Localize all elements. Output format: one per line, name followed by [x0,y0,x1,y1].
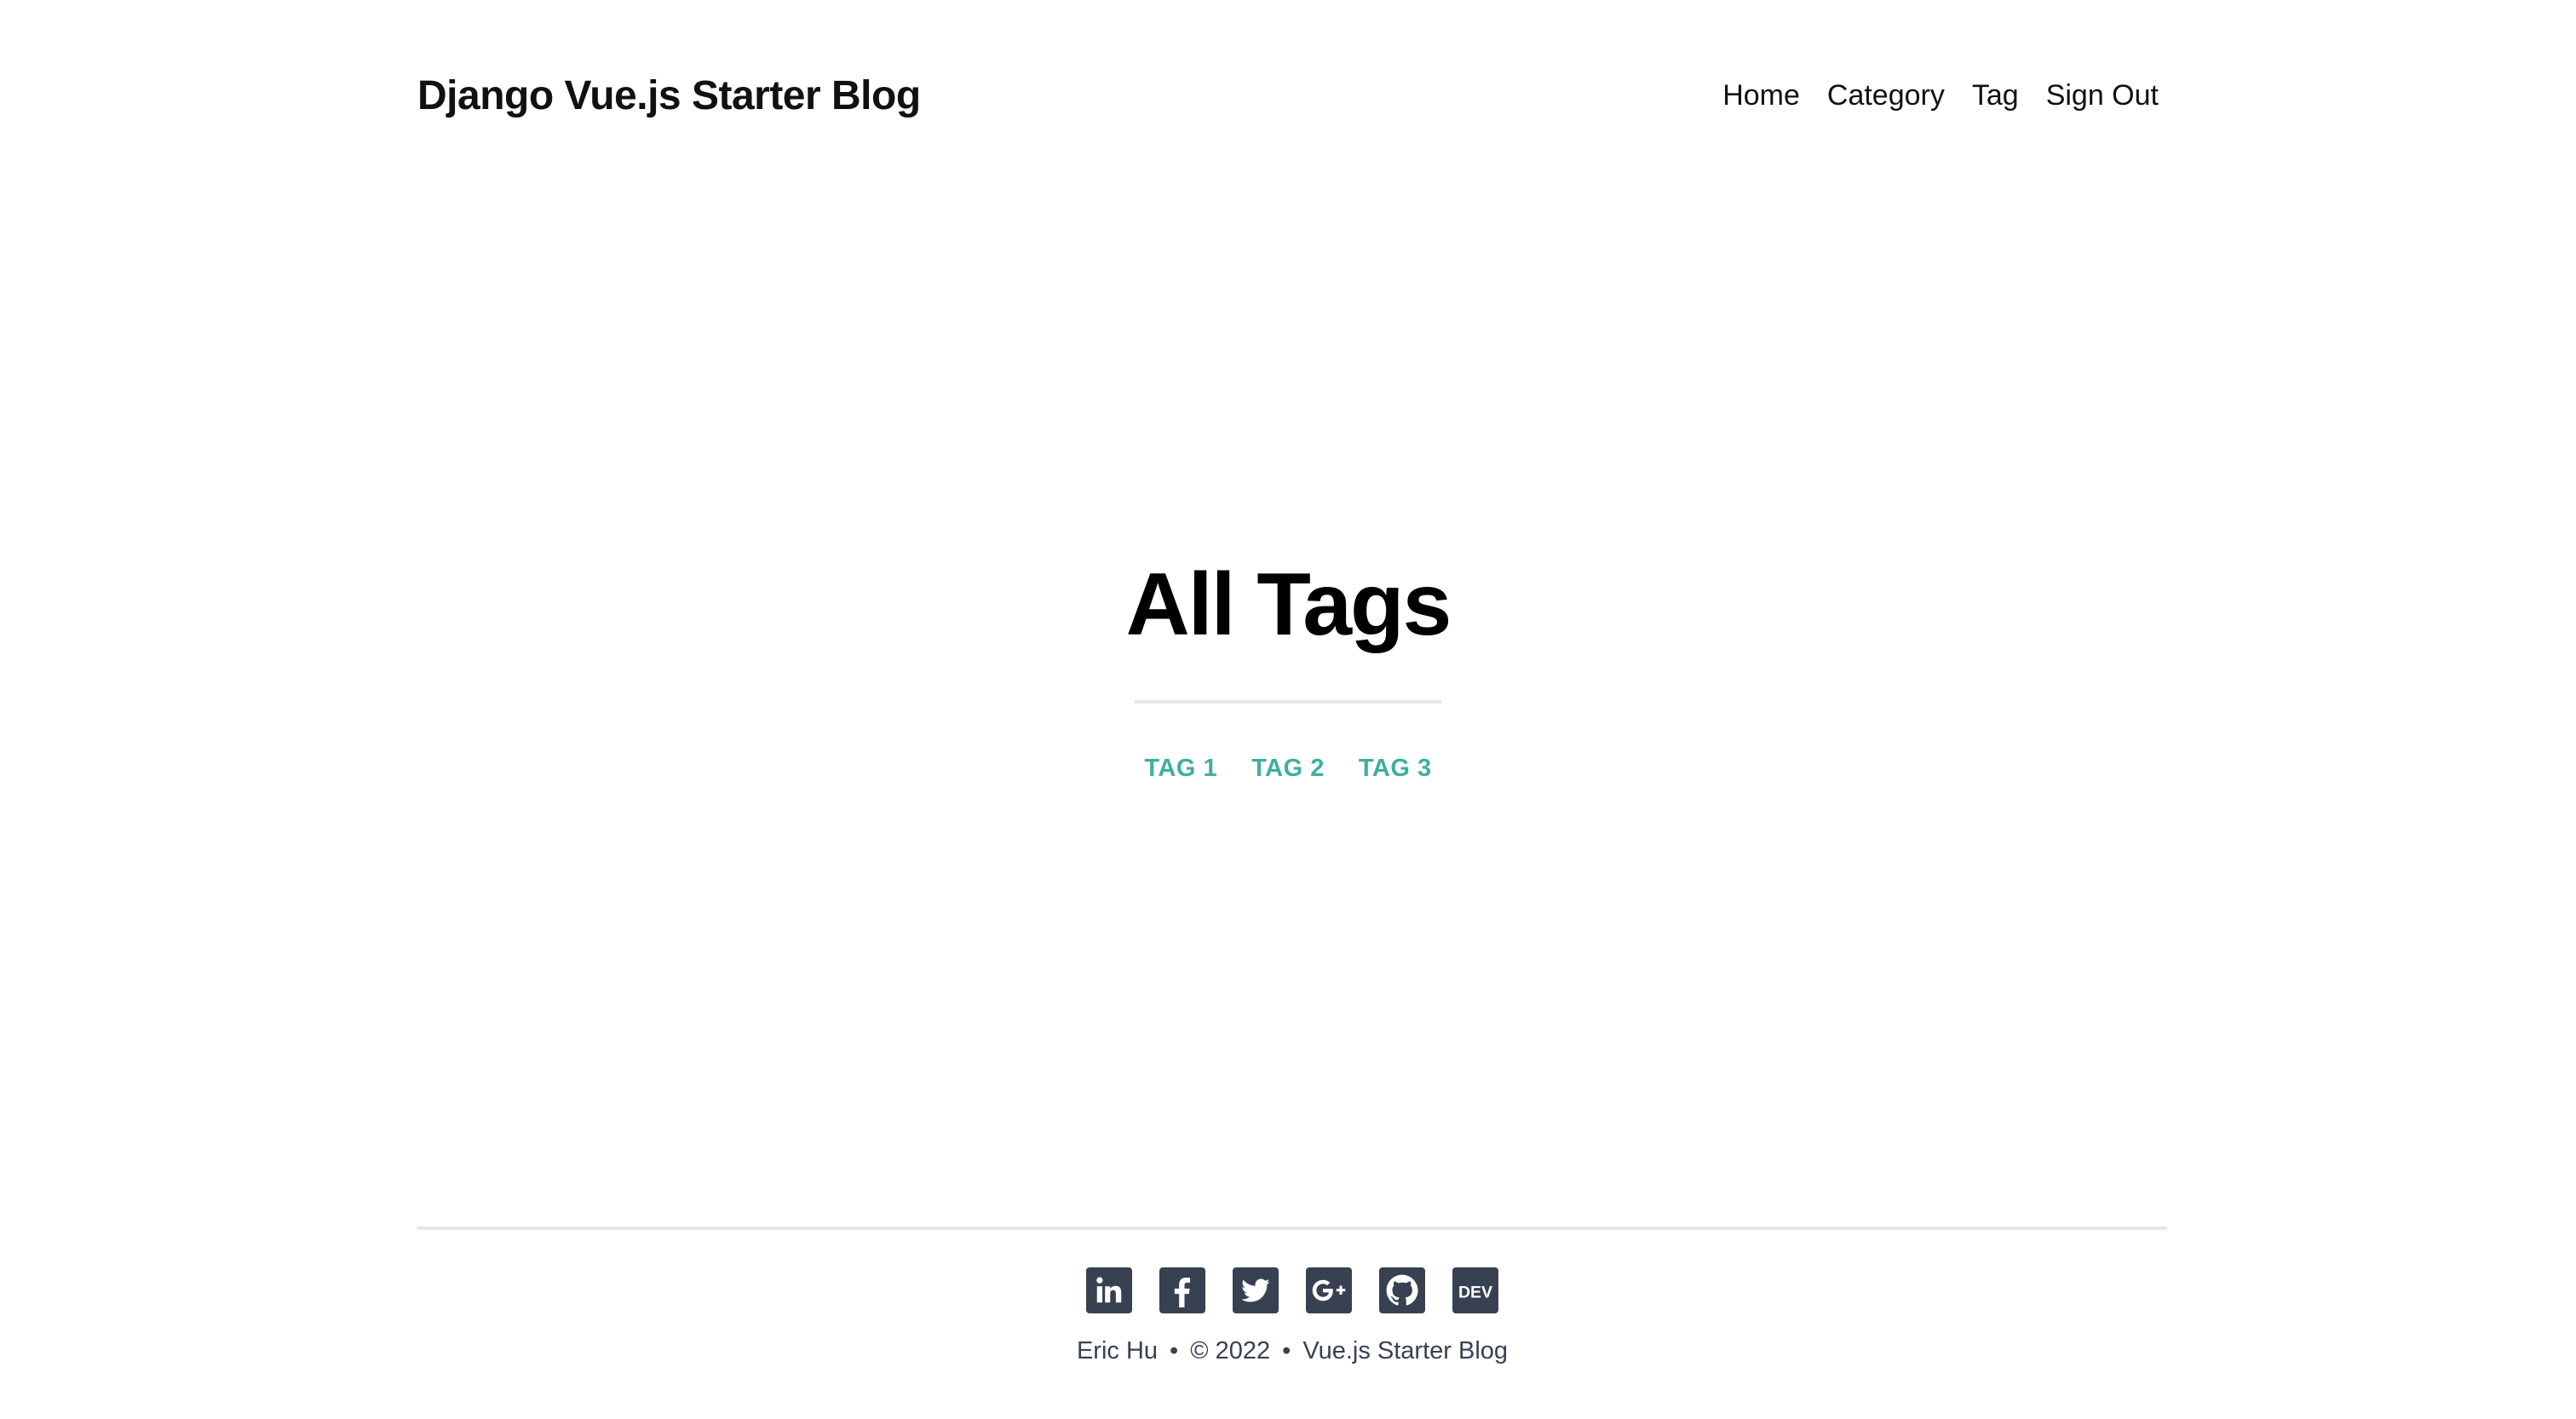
footer-author: Eric Hu [1076,1337,1159,1364]
footer-credits: Eric Hu • © 2022 • Vue.js Starter Blog [1077,1337,1508,1365]
main-nav: Home Category Tag Sign Out [1722,79,2159,112]
dev-icon[interactable]: DEV [1452,1267,1498,1313]
google-plus-icon[interactable] [1306,1267,1352,1313]
social-links: DEV [1086,1267,1498,1313]
twitter-icon[interactable] [1233,1267,1279,1313]
main-content: All Tags TAG 1 TAG 2 TAG 3 [0,545,2576,783]
title-block: All Tags [1125,545,1452,704]
svg-text:DEV: DEV [1458,1283,1492,1301]
facebook-icon[interactable] [1159,1267,1205,1313]
title-divider [1135,700,1441,704]
nav-home-link[interactable]: Home [1722,79,1800,112]
tag-link-1[interactable]: TAG 1 [1144,755,1217,783]
site-footer: DEV Eric Hu • © 2022 • Vue.js Starter Bl… [417,1227,2167,1365]
footer-copyright: © 2022 [1190,1337,1271,1364]
tag-list: TAG 1 TAG 2 TAG 3 [1144,755,1431,783]
nav-category-link[interactable]: Category [1827,79,1945,112]
footer-separator: • [1282,1337,1291,1364]
linkedin-icon[interactable] [1086,1267,1132,1313]
nav-sign-out-link[interactable]: Sign Out [2046,79,2159,112]
site-header: Django Vue.js Starter Blog Home Category… [417,61,2159,129]
page: Django Vue.js Starter Blog Home Category… [0,0,2576,1419]
site-title[interactable]: Django Vue.js Starter Blog [417,72,921,119]
tag-link-3[interactable]: TAG 3 [1359,755,1432,783]
nav-tag-link[interactable]: Tag [1972,79,2019,112]
page-title: All Tags [1125,555,1452,654]
tag-link-2[interactable]: TAG 2 [1251,755,1325,783]
github-icon[interactable] [1379,1267,1425,1313]
footer-blog-name[interactable]: Vue.js Starter Blog [1302,1337,1508,1365]
footer-separator: • [1170,1337,1179,1364]
